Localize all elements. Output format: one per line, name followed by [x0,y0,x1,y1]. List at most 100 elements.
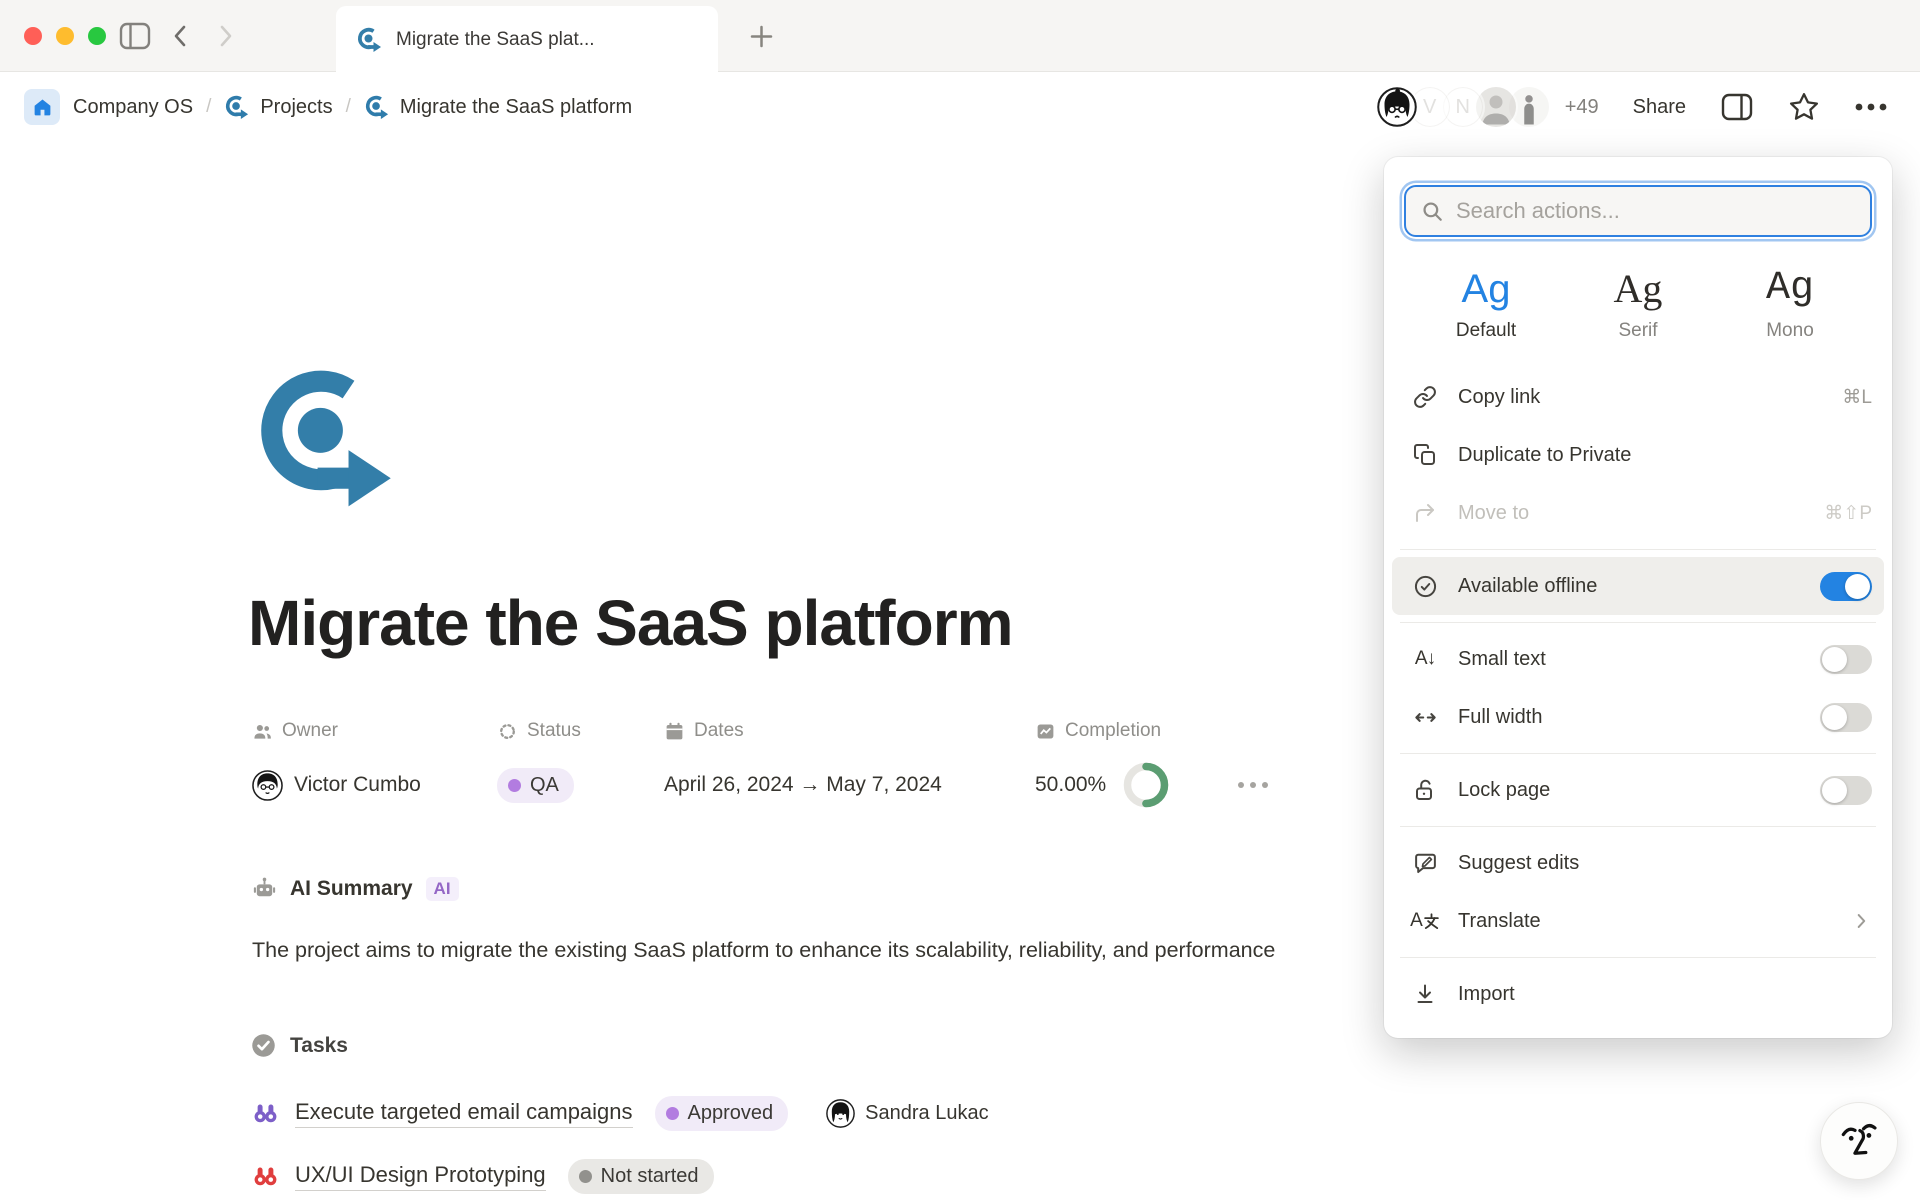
shortcut-label: ⌘L [1842,386,1872,409]
status-tag: QA [497,768,574,803]
open-side-panel-icon[interactable] [1720,92,1754,122]
window-titlebar: Migrate the SaaS plat... [0,0,1920,72]
small-text-icon: A↓ [1410,648,1440,670]
robot-icon [252,876,277,901]
property-value-dates[interactable]: April 26, 2024 → May 7, 2024 [664,762,1035,808]
task-row: UX/UI Design Prototyping Not started [252,1152,714,1200]
lock-page-toggle[interactable] [1820,776,1872,805]
cycle-icon [356,26,383,53]
menu-item-available-offline[interactable]: Available offline [1392,557,1884,615]
notion-ai-button[interactable] [1820,1102,1898,1180]
tasks-header: Tasks [250,1032,348,1059]
menu-item-duplicate[interactable]: Duplicate to Private [1384,426,1892,484]
task-status-tag[interactable]: Not started [568,1159,714,1194]
check-circle-icon [250,1032,277,1059]
task-assignee[interactable]: Sandra Lukac [826,1099,988,1128]
link-icon [1410,385,1440,409]
font-option-serif[interactable]: Ag Serif [1562,267,1714,342]
avatar [1375,85,1419,129]
progress-ring [1123,762,1169,808]
import-icon [1410,982,1440,1006]
full-width-toggle[interactable] [1820,703,1872,732]
page-icon[interactable] [252,360,400,512]
minimize-window-button[interactable] [56,27,74,45]
calendar-icon [664,721,685,742]
search-actions-field [1404,185,1872,237]
browser-tab-active[interactable]: Migrate the SaaS plat... [336,6,718,73]
people-icon [252,721,273,742]
full-width-icon [1410,705,1440,730]
more-options-icon[interactable] [1854,102,1888,112]
menu-item-import[interactable]: Import [1384,965,1892,1023]
task-status-tag[interactable]: Approved [655,1096,789,1131]
translate-icon: A [1410,910,1440,932]
home-icon[interactable] [24,89,60,125]
check-circle-icon [1410,574,1440,599]
menu-item-translate[interactable]: A Translate [1384,892,1892,950]
nav-back-button[interactable] [164,20,198,52]
property-label-owner[interactable]: Owner [252,718,497,744]
zoom-window-button[interactable] [88,27,106,45]
property-label-dates[interactable]: Dates [664,718,1035,744]
binoculars-icon [252,1163,279,1190]
tab-title: Migrate the SaaS plat... [396,29,595,51]
menu-divider [1400,957,1876,958]
collaborator-overflow-count[interactable]: +49 [1565,96,1599,119]
tag-dot [508,779,521,792]
owner-avatar [252,770,283,801]
nav-forward-button[interactable] [208,20,242,52]
font-option-mono[interactable]: Ag Mono [1714,267,1866,342]
close-window-button[interactable] [24,27,42,45]
page-options-menu: Ag Default Ag Serif Ag Mono Copy link ⌘L… [1384,157,1892,1038]
menu-item-full-width[interactable]: Full width [1384,688,1892,746]
breadcrumb-item-company-os[interactable]: Company OS [73,96,193,119]
unlock-icon [1410,778,1440,802]
small-text-toggle[interactable] [1820,645,1872,674]
ai-face-icon [1831,1113,1887,1169]
font-picker: Ag Default Ag Serif Ag Mono [1384,237,1892,368]
assignee-avatar [826,1099,855,1128]
menu-divider [1400,549,1876,550]
submenu-chevron-icon [1850,910,1872,932]
menu-item-lock-page[interactable]: Lock page [1384,761,1892,819]
breadcrumb-item-current-page[interactable]: Migrate the SaaS platform [364,94,632,120]
tasks-heading: Tasks [290,1034,348,1058]
cycle-icon [224,94,250,120]
share-button[interactable]: Share [1633,96,1686,119]
search-icon [1421,199,1444,224]
move-to-icon [1410,501,1440,525]
property-more-icon[interactable] [1238,782,1268,788]
app-window: Migrate the SaaS plat... Company OS / Pr… [0,0,1920,1200]
property-value-completion[interactable]: 50.00% [1035,762,1268,808]
task-link[interactable]: Execute targeted email campaigns [295,1099,633,1128]
font-option-default[interactable]: Ag Default [1410,267,1562,342]
menu-divider [1400,622,1876,623]
property-value-owner[interactable]: Victor Cumbo [252,762,497,808]
ai-summary-header: AI Summary AI [252,876,459,901]
toggle-sidebar-icon[interactable] [118,20,152,52]
menu-item-move-to[interactable]: Move to ⌘⇧P [1384,484,1892,542]
property-value-status[interactable]: QA [497,762,664,808]
shortcut-label: ⌘⇧P [1824,502,1872,525]
breadcrumb: Company OS / Projects / Migrate the SaaS… [24,89,632,125]
property-label-completion[interactable]: Completion [1035,718,1268,744]
new-tab-button[interactable] [744,20,778,52]
task-link[interactable]: UX/UI Design Prototyping [295,1162,546,1191]
collaborator-avatars[interactable]: V N [1375,85,1551,129]
breadcrumb-separator: / [206,96,211,118]
menu-item-suggest-edits[interactable]: Suggest edits [1384,834,1892,892]
available-offline-toggle[interactable] [1820,572,1872,601]
menu-divider [1400,826,1876,827]
favorite-star-icon[interactable] [1788,91,1820,123]
page-title[interactable]: Migrate the SaaS platform [248,586,1013,660]
menu-divider [1400,753,1876,754]
search-actions-input[interactable] [1456,198,1855,224]
property-label-status[interactable]: Status [497,718,664,744]
ai-badge: AI [426,877,459,901]
ai-summary-title: AI Summary [290,877,413,901]
menu-item-copy-link[interactable]: Copy link ⌘L [1384,368,1892,426]
breadcrumb-bar: Company OS / Projects / Migrate the SaaS… [0,72,1920,142]
cycle-icon [364,94,390,120]
breadcrumb-item-projects[interactable]: Projects [224,94,332,120]
menu-item-small-text[interactable]: A↓ Small text [1384,630,1892,688]
